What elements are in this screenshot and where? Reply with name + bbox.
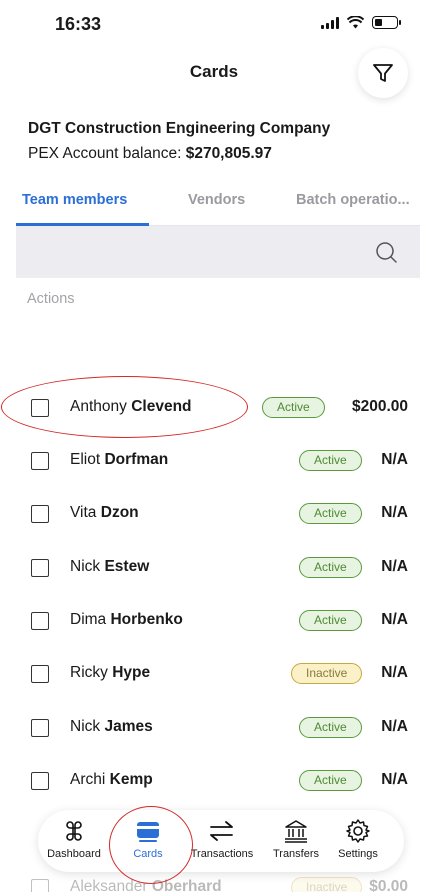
nav-cards[interactable]: Cards xyxy=(112,818,184,860)
settings-icon xyxy=(346,819,370,843)
status-badge: Active xyxy=(299,557,362,578)
list-item[interactable]: Dima Horbenko Active N/A xyxy=(0,593,428,647)
tab-bar: Team members Vendors Batch operatio... xyxy=(16,184,420,226)
card-amount: $200.00 xyxy=(351,398,408,415)
card-amount: N/A xyxy=(381,771,408,788)
card-amount: N/A xyxy=(381,504,408,521)
member-name: Vita Dzon xyxy=(70,504,139,521)
dashboard-icon xyxy=(66,821,82,841)
search-bar[interactable] xyxy=(16,226,420,278)
status-badge: Inactive xyxy=(291,663,363,684)
member-name: Dima Horbenko xyxy=(70,611,183,628)
status-icons xyxy=(321,16,401,29)
transfers-icon xyxy=(285,820,307,843)
tab-team-members[interactable]: Team members xyxy=(22,192,127,208)
status-bar: 16:33 xyxy=(0,0,428,48)
search-icon xyxy=(376,242,397,263)
header: Cards xyxy=(0,48,428,98)
nav-settings[interactable]: Settings xyxy=(322,818,394,860)
row-checkbox[interactable] xyxy=(31,452,49,470)
nav-label-transactions: Transactions xyxy=(190,848,254,860)
filter-icon xyxy=(373,64,393,82)
row-checkbox[interactable] xyxy=(31,505,49,523)
list-item[interactable]: Vita Dzon Active N/A xyxy=(0,486,428,540)
nav-transactions[interactable]: Transactions xyxy=(186,818,258,860)
filter-button[interactable] xyxy=(358,48,408,98)
member-name: Ricky Hype xyxy=(70,664,151,681)
member-name: Aleksander Oberhard xyxy=(70,878,222,892)
row-checkbox[interactable] xyxy=(31,665,49,683)
nav-label-dashboard: Dashboard xyxy=(47,848,101,860)
transactions-icon xyxy=(210,821,233,841)
battery-icon xyxy=(372,16,401,29)
status-badge: Active xyxy=(299,770,362,791)
company-name: DGT Construction Engineering Company xyxy=(28,120,331,137)
status-badge: Active xyxy=(299,503,362,524)
list-item[interactable]: Archi Kemp Active N/A xyxy=(0,753,428,807)
search-button[interactable] xyxy=(374,240,400,266)
account-balance: PEX Account balance: $270,805.97 xyxy=(28,145,272,163)
member-name: Eliot Dorfman xyxy=(70,451,169,468)
nav-label-cards: Cards xyxy=(133,848,163,860)
status-badge: Active xyxy=(299,610,362,631)
nav-label-settings: Settings xyxy=(338,848,378,860)
status-badge: Inactive xyxy=(291,877,363,892)
member-name: Nick Estew xyxy=(70,558,150,575)
status-badge: Active xyxy=(299,717,362,738)
member-name: Anthony Clevend xyxy=(70,398,192,415)
row-checkbox[interactable] xyxy=(31,772,49,790)
row-checkbox[interactable] xyxy=(31,719,49,737)
cards-icon xyxy=(137,822,159,842)
list-item[interactable]: Ricky Hype Inactive N/A xyxy=(0,646,428,700)
member-name: Nick James xyxy=(70,718,153,735)
list-item[interactable]: Anthony Clevend Active $200.00 xyxy=(0,380,428,434)
row-checkbox[interactable] xyxy=(31,612,49,630)
row-checkbox[interactable] xyxy=(31,559,49,577)
balance-value: $270,805.97 xyxy=(185,145,272,162)
list-item[interactable]: Eliot Dorfman Active N/A xyxy=(0,433,428,487)
nav-dashboard[interactable]: Dashboard xyxy=(38,818,110,860)
status-badge: Active xyxy=(262,397,325,418)
signal-icon xyxy=(321,16,339,29)
tab-vendors[interactable]: Vendors xyxy=(188,192,245,208)
status-time: 16:33 xyxy=(55,14,102,34)
card-amount: N/A xyxy=(381,664,408,681)
member-name: Archi Kemp xyxy=(70,771,153,788)
card-amount: N/A xyxy=(381,718,408,735)
card-amount: $0.00 xyxy=(369,878,408,892)
wifi-icon xyxy=(347,16,364,29)
list-item[interactable]: Nick Estew Active N/A xyxy=(0,540,428,594)
list-item[interactable]: Nick James Active N/A xyxy=(0,700,428,754)
tab-batch-operations[interactable]: Batch operatio... xyxy=(296,192,410,208)
actions-label[interactable]: Actions xyxy=(27,291,75,307)
balance-label: PEX Account balance: xyxy=(28,145,182,162)
card-amount: N/A xyxy=(381,611,408,628)
card-amount: N/A xyxy=(381,451,408,468)
row-checkbox[interactable] xyxy=(31,879,49,892)
row-checkbox[interactable] xyxy=(31,399,49,417)
bottom-navigation: Dashboard Cards Transactions Transfers S… xyxy=(38,810,404,872)
status-badge: Active xyxy=(299,450,362,471)
card-amount: N/A xyxy=(381,558,408,575)
